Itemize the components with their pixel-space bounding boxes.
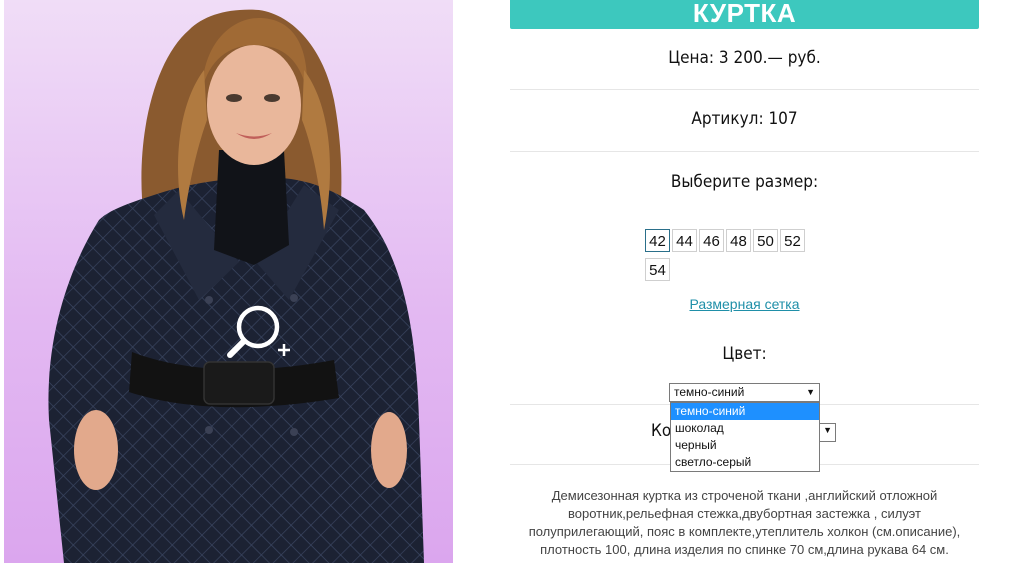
product-article: Артикул: 107 [691, 109, 798, 129]
color-select[interactable]: темно-синий ▼ [669, 383, 820, 402]
size-option-44[interactable]: 44 [672, 229, 697, 252]
color-dropdown-list: темно-синий шоколад черный светло-серый [670, 402, 820, 472]
product-image[interactable] [4, 0, 453, 563]
size-selector: 42 44 46 48 50 52 54 [645, 229, 835, 287]
quantity-label: Ко [651, 421, 672, 441]
divider [510, 89, 979, 90]
chevron-down-icon: ▼ [823, 425, 832, 435]
divider [510, 151, 979, 152]
color-option[interactable]: светло-серый [671, 454, 819, 471]
color-option[interactable]: шоколад [671, 420, 819, 437]
size-option-52[interactable]: 52 [780, 229, 805, 252]
zoom-in-icon[interactable] [226, 302, 296, 364]
color-option[interactable]: черный [671, 437, 819, 454]
color-option[interactable]: темно-синий [671, 403, 819, 420]
size-chart-link[interactable]: Размерная сетка [510, 296, 979, 312]
product-title: КУРТКА [510, 0, 979, 29]
chevron-down-icon: ▼ [806, 387, 815, 397]
product-price: Цена: 3 200.— руб. [668, 48, 821, 68]
product-description: Демисезонная куртка из строченой ткани ,… [528, 488, 961, 557]
size-option-46[interactable]: 46 [699, 229, 724, 252]
color-select-value: темно-синий [674, 385, 745, 399]
size-option-42[interactable]: 42 [645, 229, 670, 252]
model-photo [48, 9, 425, 563]
product-details: КУРТКА Цена: 3 200.— руб. Артикул: 107 В… [510, 0, 979, 472]
size-label: Выберите размер: [670, 172, 819, 192]
size-option-48[interactable]: 48 [726, 229, 751, 252]
color-label: Цвет: [722, 344, 767, 364]
size-option-54[interactable]: 54 [645, 258, 670, 281]
size-option-50[interactable]: 50 [753, 229, 778, 252]
